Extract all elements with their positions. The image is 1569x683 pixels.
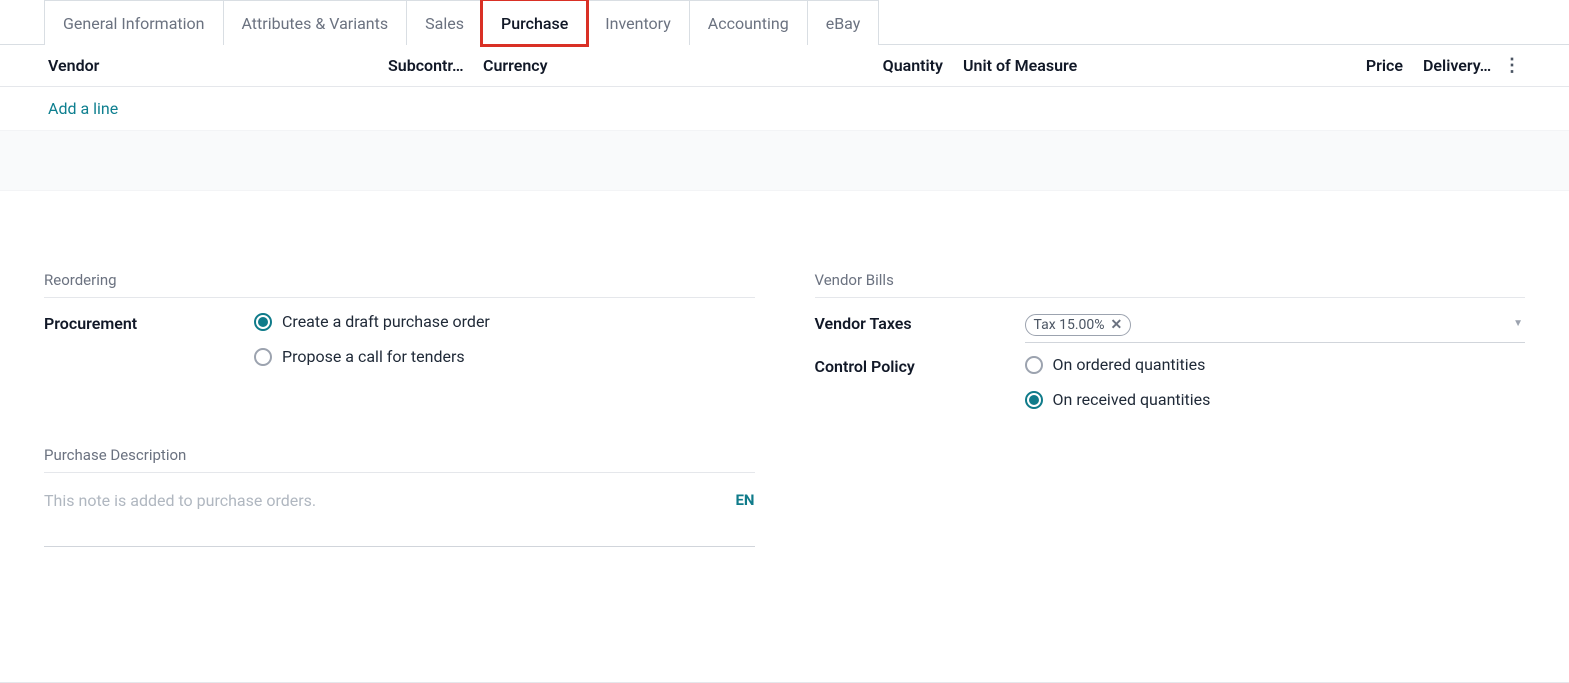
section-title-reordering: Reordering [44,271,755,298]
radio-on-ordered-quantities[interactable]: On ordered quantities [1025,355,1526,374]
vendor-table-headers: Vendor Subcontr… Currency Quantity Unit … [0,45,1569,87]
label-control-policy: Control Policy [815,355,1025,376]
col-header-delivery[interactable]: Delivery… [1403,56,1493,75]
section-title-vendor-bills: Vendor Bills [815,271,1526,298]
table-row: Add a line [0,87,1569,131]
col-header-unit-of-measure[interactable]: Unit of Measure [943,56,1343,75]
remove-tag-icon[interactable]: ✕ [1111,317,1123,333]
tab-inventory[interactable]: Inventory [586,0,690,45]
label-procurement: Procurement [44,312,254,333]
radio-icon [254,348,272,366]
radio-label: Create a draft purchase order [282,312,490,331]
tab-attributes-variants[interactable]: Attributes & Variants [223,0,408,45]
radio-label: Propose a call for tenders [282,347,465,366]
tab-ebay[interactable]: eBay [807,0,880,45]
purchase-description-textarea[interactable] [44,487,755,547]
col-header-quantity[interactable]: Quantity [863,56,943,75]
label-vendor-taxes: Vendor Taxes [815,312,1025,333]
tab-general-information[interactable]: General Information [44,0,224,45]
col-header-vendor[interactable]: Vendor [48,56,388,75]
radio-label: On ordered quantities [1053,355,1206,374]
col-header-subcontractor[interactable]: Subcontr… [388,56,483,75]
table-empty-space [0,131,1569,191]
radio-on-received-quantities[interactable]: On received quantities [1025,390,1526,409]
add-a-line-link[interactable]: Add a line [48,99,118,118]
control-policy-radio-group: On ordered quantities On received quanti… [1025,355,1526,409]
col-header-currency[interactable]: Currency [483,56,863,75]
tab-sales[interactable]: Sales [406,0,483,45]
tabs-bar: General Information Attributes & Variant… [0,0,1569,45]
tab-purchase[interactable]: Purchase [482,0,587,45]
kebab-menu-icon[interactable]: ⋮ [1503,55,1521,76]
section-title-purchase-description: Purchase Description [44,446,755,473]
vendor-taxes-input[interactable]: Tax 15.00% ✕ ▼ [1025,312,1526,343]
radio-create-draft-purchase-order[interactable]: Create a draft purchase order [254,312,755,331]
radio-icon [1025,356,1043,374]
tab-accounting[interactable]: Accounting [689,0,808,45]
radio-icon [1025,391,1043,409]
radio-icon [254,313,272,331]
tax-tag-label: Tax 15.00% [1034,317,1105,333]
col-header-price[interactable]: Price [1343,56,1403,75]
radio-propose-call-for-tenders[interactable]: Propose a call for tenders [254,347,755,366]
radio-label: On received quantities [1053,390,1211,409]
chevron-down-icon[interactable]: ▼ [1513,318,1523,329]
language-badge[interactable]: EN [735,491,754,509]
procurement-radio-group: Create a draft purchase order Propose a … [254,312,755,366]
tax-tag[interactable]: Tax 15.00% ✕ [1025,314,1132,336]
